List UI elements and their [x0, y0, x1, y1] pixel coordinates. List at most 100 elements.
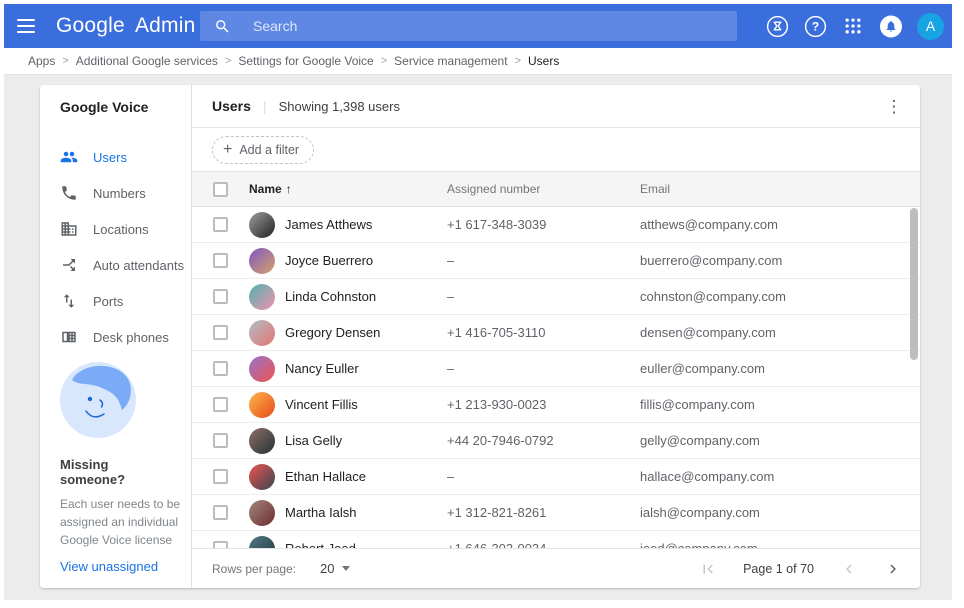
assigned-number: +44 20-7946-0792 [447, 433, 640, 448]
svg-text:?: ? [811, 19, 818, 33]
desk-phone-icon [60, 328, 78, 346]
column-header-name[interactable]: Name↑ [249, 182, 447, 196]
breadcrumb-item[interactable]: Settings for Google Voice [238, 54, 373, 68]
plus-icon: + [223, 141, 232, 159]
row-checkbox[interactable] [213, 325, 228, 340]
user-name: Lisa Gelly [285, 433, 447, 448]
topbar: Google Admin ? A [4, 4, 952, 48]
user-name: Joyce Buerrero [285, 253, 447, 268]
breadcrumb: Apps>Additional Google services>Settings… [4, 48, 952, 75]
column-header-assigned-number[interactable]: Assigned number [447, 182, 640, 196]
table-row[interactable]: Martha Ialsh +1 312-821-8261 ialsh@compa… [192, 495, 920, 531]
user-avatar [249, 320, 275, 346]
user-avatar [249, 356, 275, 382]
row-checkbox[interactable] [213, 397, 228, 412]
user-avatar [249, 428, 275, 454]
table-row[interactable]: Lisa Gelly +44 20-7946-0792 gelly@compan… [192, 423, 920, 459]
table-row[interactable]: Joyce Buerrero – buerrero@company.com [192, 243, 920, 279]
sidebar-item-auto-attendants[interactable]: Auto attendants [40, 247, 191, 283]
user-name: Linda Cohnston [285, 289, 447, 304]
assigned-number: +1 312-821-8261 [447, 505, 640, 520]
sort-ascending-icon: ↑ [286, 182, 292, 196]
users-panel: Users | Showing 1,398 users ⋮ + Add a fi… [192, 85, 920, 588]
sidebar-nav: Users Numbers Locations Auto attendants … [40, 139, 191, 355]
logo-admin: Admin [135, 14, 196, 37]
select-all-checkbox[interactable] [213, 182, 228, 197]
user-avatar [249, 212, 275, 238]
user-count: Showing 1,398 users [279, 99, 400, 114]
user-email: buerrero@company.com [640, 253, 920, 268]
logo-google: Google [56, 14, 125, 37]
assigned-number: +1 646-302-0034 [447, 541, 640, 548]
sidebar-title: Google Voice [40, 99, 191, 115]
more-options-icon[interactable]: ⋮ [882, 98, 906, 115]
row-checkbox[interactable] [213, 217, 228, 232]
sidebar-item-locations[interactable]: Locations [40, 211, 191, 247]
view-unassigned-link[interactable]: View unassigned [60, 559, 177, 574]
search-icon [214, 18, 231, 35]
breadcrumb-item[interactable]: Apps [28, 54, 55, 68]
license-promo: Missing someone? Each user needs to be a… [40, 362, 191, 588]
user-email: fillis@company.com [640, 397, 920, 412]
apps-grid-icon[interactable] [841, 14, 865, 38]
hourglass-icon[interactable] [765, 14, 789, 38]
assigned-number: – [447, 361, 640, 376]
add-filter-button[interactable]: + Add a filter [212, 136, 314, 164]
google-voice-card: Google Voice Users Numbers Locations Aut… [40, 85, 920, 588]
rows-per-page-select[interactable]: 20 [320, 561, 349, 576]
rows-per-page-label: Rows per page: [212, 562, 296, 576]
breadcrumb-item[interactable]: Additional Google services [76, 54, 218, 68]
user-avatar [249, 392, 275, 418]
search-bar[interactable] [200, 11, 737, 41]
notifications-icon[interactable] [879, 14, 903, 38]
table-row[interactable]: Ethan Hallace – hallace@company.com [192, 459, 920, 495]
row-checkbox[interactable] [213, 253, 228, 268]
table-row[interactable]: Vincent Fillis +1 213-930-0023 fillis@co… [192, 387, 920, 423]
user-email: ialsh@company.com [640, 505, 920, 520]
building-icon [60, 220, 78, 238]
assigned-number: – [447, 289, 640, 304]
user-avatar [249, 248, 275, 274]
first-page-button[interactable] [699, 560, 717, 578]
row-checkbox[interactable] [213, 541, 228, 548]
import-export-icon [60, 292, 78, 310]
next-page-button[interactable] [884, 560, 902, 578]
filter-bar: + Add a filter [192, 128, 920, 172]
row-checkbox[interactable] [213, 289, 228, 304]
column-header-email[interactable]: Email [640, 182, 920, 196]
sidebar-item-numbers[interactable]: Numbers [40, 175, 191, 211]
add-filter-label: Add a filter [239, 143, 299, 157]
panel-title: Users [212, 98, 251, 114]
sidebar-item-users[interactable]: Users [40, 139, 191, 175]
help-icon[interactable]: ? [803, 14, 827, 38]
sidebar-item-ports[interactable]: Ports [40, 283, 191, 319]
table-row[interactable]: James Atthews +1 617-348-3039 atthews@co… [192, 207, 920, 243]
breadcrumb-item[interactable]: Service management [394, 54, 507, 68]
search-input[interactable] [253, 18, 737, 34]
user-avatar [249, 284, 275, 310]
table-scrollbar[interactable] [910, 208, 918, 360]
content-area: Google Voice Users Numbers Locations Aut… [4, 85, 952, 600]
user-avatar [249, 464, 275, 490]
sidebar-item-desk-phones[interactable]: Desk phones [40, 319, 191, 355]
previous-page-button[interactable] [840, 560, 858, 578]
user-name: Vincent Fillis [285, 397, 447, 412]
table-row[interactable]: Linda Cohnston – cohnston@company.com [192, 279, 920, 315]
breadcrumb-separator: > [515, 55, 521, 67]
table-row[interactable]: Robert Jeed +1 646-302-0034 jeed@company… [192, 531, 920, 548]
page-indicator: Page 1 of 70 [743, 562, 814, 576]
dropdown-caret-icon [342, 566, 350, 571]
row-checkbox[interactable] [213, 469, 228, 484]
table-row[interactable]: Gregory Densen +1 416-705-3110 densen@co… [192, 315, 920, 351]
assigned-number: – [447, 253, 640, 268]
table-row[interactable]: Nancy Euller – euller@company.com [192, 351, 920, 387]
row-checkbox[interactable] [213, 361, 228, 376]
row-checkbox[interactable] [213, 433, 228, 448]
panel-header: Users | Showing 1,398 users ⋮ [192, 85, 920, 128]
account-avatar[interactable]: A [917, 13, 944, 40]
breadcrumb-item: Users [528, 54, 559, 68]
user-name: James Atthews [285, 217, 447, 232]
table-footer: Rows per page: 20 Page 1 of 70 [192, 548, 920, 588]
menu-icon[interactable] [17, 19, 35, 33]
row-checkbox[interactable] [213, 505, 228, 520]
